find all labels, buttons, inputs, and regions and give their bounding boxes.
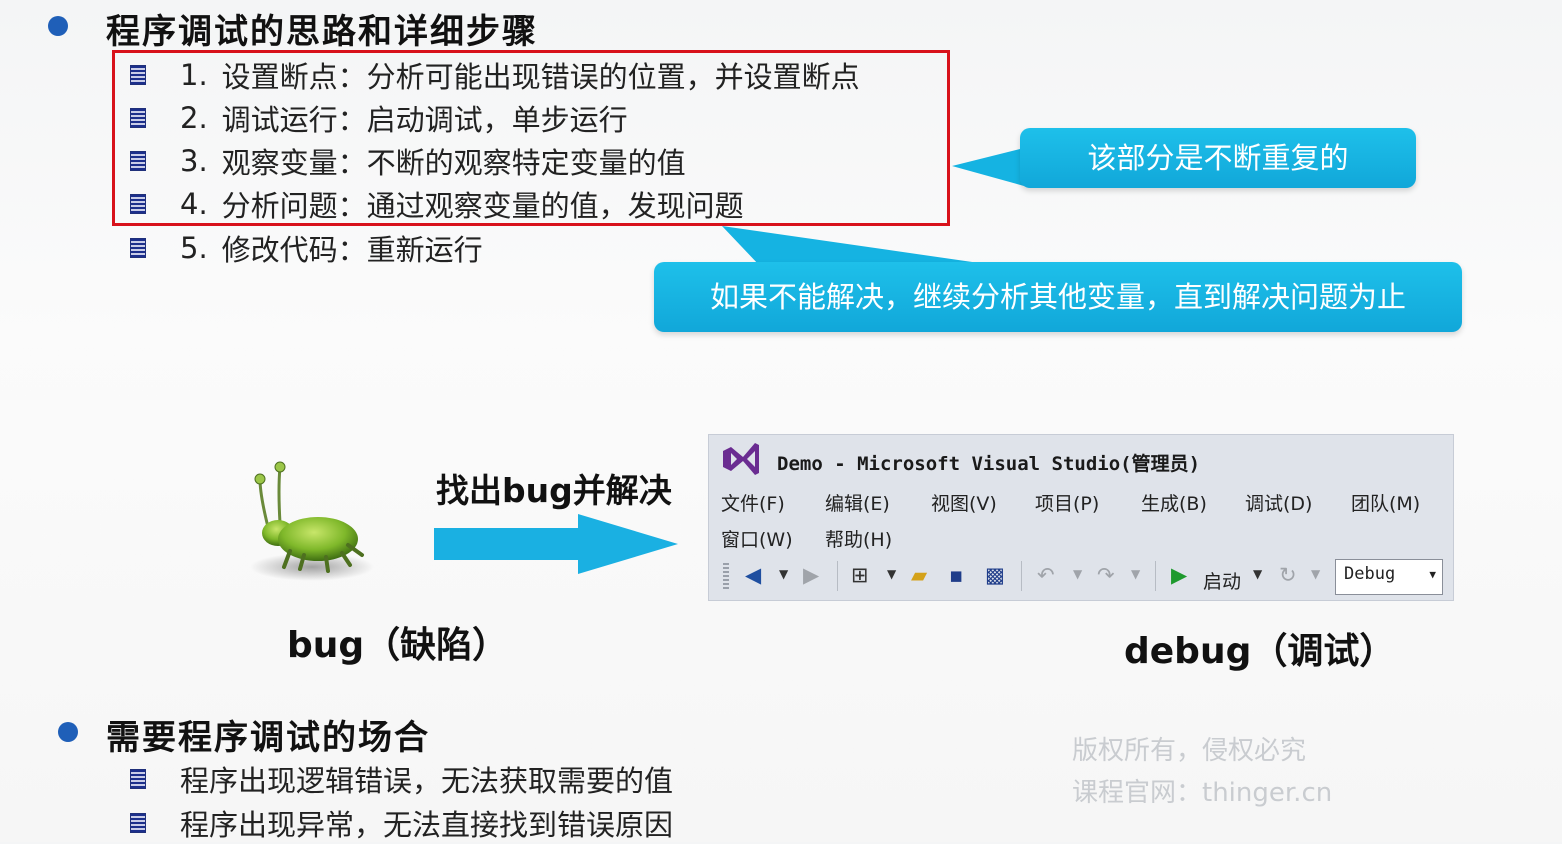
toolbar-separator [1155, 561, 1156, 591]
toolbar-separator [837, 561, 838, 591]
callout-repeat: 该部分是不断重复的 [1020, 128, 1416, 188]
start-debugging-icon[interactable]: ▶ [1171, 563, 1187, 587]
vs-title: Demo - Microsoft Visual Studio(管理员) [777, 453, 1201, 475]
dropdown-arrow-icon[interactable]: ▼ [1253, 567, 1262, 581]
dropdown-arrow-icon[interactable]: ▼ [1073, 567, 1082, 581]
menu-debug[interactable]: 调试(D) [1245, 489, 1312, 516]
menu-window[interactable]: 窗口(W) [721, 525, 793, 552]
list-item: 程序出现逻辑错误，无法获取需要的值 [130, 758, 673, 800]
toolbar-grip[interactable] [723, 563, 729, 591]
toolbar-separator [1021, 561, 1022, 591]
bug-label: bug（缺陷） [287, 625, 509, 666]
callout-continue: 如果不能解决，继续分析其他变量，直到解决问题为止 [654, 262, 1462, 332]
dropdown-arrow-icon[interactable]: ▼ [887, 567, 896, 581]
dropdown-arrow-icon[interactable]: ▼ [1311, 567, 1320, 581]
section-bullet [58, 722, 78, 742]
visual-studio-logo-icon [723, 443, 759, 475]
menu-help[interactable]: 帮助(H) [825, 525, 892, 552]
undo-icon[interactable]: ↶ [1037, 563, 1055, 587]
menu-build[interactable]: 生成(B) [1141, 489, 1207, 516]
menu-edit[interactable]: 编辑(E) [825, 489, 890, 516]
debug-label: debug（调试） [1124, 631, 1396, 672]
list-item: 程序出现异常，无法直接找到错误原因 [130, 802, 673, 844]
save-all-icon[interactable]: ▩ [985, 563, 1005, 587]
navigate-forward-icon[interactable]: ▶ [803, 563, 819, 587]
watermark-website: 课程官网：thinger.cn [1072, 778, 1333, 808]
redo-icon[interactable]: ↷ [1097, 563, 1115, 587]
vs-window: Demo - Microsoft Visual Studio(管理员) 文件(F… [708, 434, 1454, 601]
navigate-back-icon[interactable]: ◀ [745, 563, 761, 587]
dropdown-arrow-icon[interactable]: ▼ [779, 567, 788, 581]
save-icon[interactable]: ▪ [949, 563, 963, 587]
right-arrow-icon [434, 514, 678, 574]
list-item-text: 程序出现异常，无法直接找到错误原因 [180, 808, 674, 842]
open-folder-icon[interactable]: ▰ [911, 563, 927, 587]
refresh-icon[interactable]: ↻ [1279, 563, 1297, 587]
list-item-text: 程序出现逻辑错误，无法获取需要的值 [180, 764, 674, 798]
watermark-copyright: 版权所有，侵权必究 [1072, 736, 1307, 766]
menu-file[interactable]: 文件(F) [721, 489, 785, 516]
menu-project[interactable]: 项目(P) [1035, 489, 1099, 516]
chevron-down-icon: ▼ [1429, 568, 1436, 581]
solution-config-select[interactable]: Debug ▼ [1335, 559, 1443, 595]
arrow-label: 找出bug并解决 [436, 471, 672, 510]
menu-view[interactable]: 视图(V) [931, 489, 997, 516]
dropdown-arrow-icon[interactable]: ▼ [1131, 567, 1140, 581]
start-button-label[interactable]: 启动 [1203, 567, 1241, 594]
list-bullet-icon [130, 813, 146, 833]
list-bullet-icon [130, 769, 146, 789]
bug-icon [250, 461, 374, 581]
new-project-icon[interactable]: ⊞ [851, 563, 869, 587]
solution-config-value: Debug [1344, 564, 1396, 584]
menu-team[interactable]: 团队(M) [1351, 489, 1420, 516]
section-title: 需要程序调试的场合 [106, 718, 430, 758]
